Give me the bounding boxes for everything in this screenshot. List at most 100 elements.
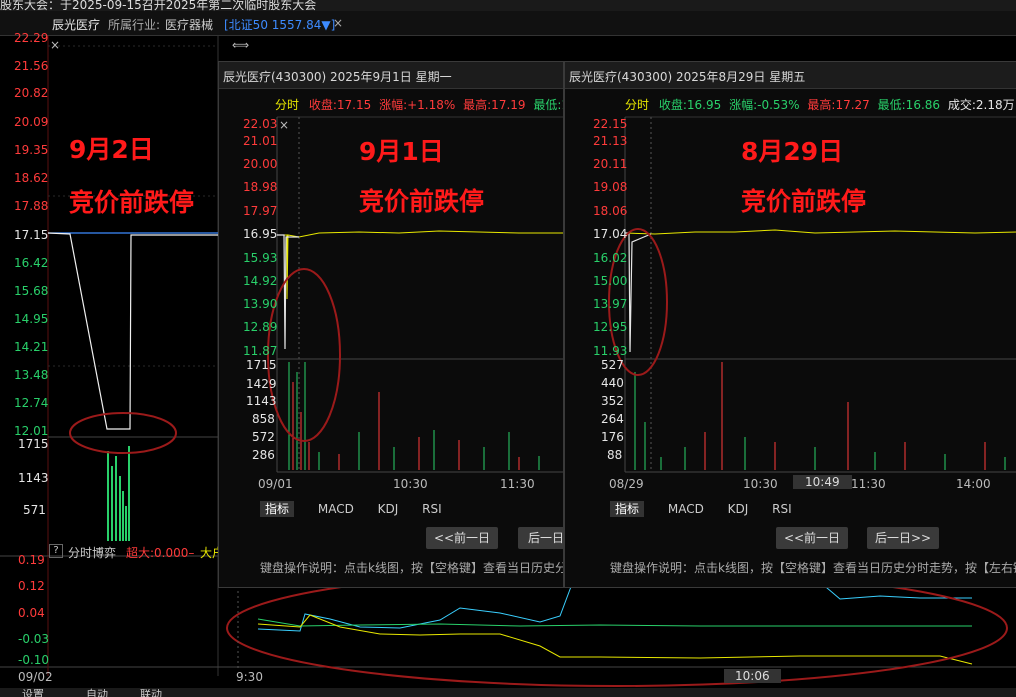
panel1-vol-tick: 572	[252, 430, 275, 444]
panel2-vol-tick: 527	[601, 358, 624, 372]
vol-tick: 1715	[18, 437, 49, 451]
annot-text-main: 竞价前跌停	[69, 188, 195, 217]
price-tick: 12.74	[14, 396, 49, 410]
panel1-price-tick: 18.98	[243, 180, 278, 194]
osc-tick: -0.03	[18, 632, 50, 646]
main-close-icon[interactable]: ×	[50, 38, 60, 52]
index-tag[interactable]: [北证50 1557.84▼]	[224, 16, 335, 33]
price-tick: 22.29	[14, 31, 49, 45]
panel2-price-tick: 11.93	[593, 344, 628, 358]
panel2-vol-tick: 88	[607, 448, 623, 462]
panel2-tab-rsi[interactable]: RSI	[772, 502, 792, 516]
panel1-price-tick: 21.01	[243, 134, 278, 148]
panel2-tab-indicator[interactable]: 指标	[610, 501, 645, 517]
osc-tick: 0.04	[18, 606, 45, 620]
status-link[interactable]: 联动	[140, 688, 162, 697]
price-tick: 18.62	[14, 171, 49, 185]
osc-tick: -0.10	[18, 653, 50, 667]
panel2-price-tick: 15.00	[593, 274, 628, 288]
panel1-vol-tick: 858	[252, 412, 275, 426]
panel1-x-tick: 10:30	[393, 477, 428, 491]
industry-value[interactable]: 医疗器械	[165, 16, 213, 33]
status-settings[interactable]: 设置	[22, 688, 44, 697]
panel2-tabs: 指标 MACD KDJ RSI	[610, 500, 812, 517]
price-tick: 12.01	[14, 424, 49, 438]
x-cursor-time: 10:06	[724, 669, 781, 683]
history-panel-0829[interactable]: 辰光医疗(430300) 2025年8月29日 星期五 分时 收盘:16.95 …	[564, 61, 1016, 588]
panel1-tab-rsi[interactable]: RSI	[422, 502, 442, 516]
panel1-x-tick: 09/01	[258, 477, 293, 491]
bottom-indicator-label[interactable]: 分时博弈	[68, 544, 116, 561]
price-tick: 13.48	[14, 368, 49, 382]
panel2-x-cursor-time: 10:49	[793, 475, 852, 489]
panel2-vol-tick: 440	[601, 376, 624, 390]
x-tick: 09/02	[18, 670, 53, 684]
panel1-tab-kdj[interactable]: KDJ	[378, 502, 399, 516]
panel1-tabs: 指标 MACD KDJ RSI	[260, 500, 462, 517]
panel2-x-tick: 14:00	[956, 477, 991, 491]
panel2-vol-tick: 176	[601, 430, 624, 444]
top-news-bar: 股东大会：于2025-09-15召开2025年第二次临时股东大会	[0, 0, 1016, 11]
price-tick: 20.82	[14, 86, 49, 100]
panel2-x-tick: 08/29	[609, 477, 644, 491]
panel1-price-tick: 11.87	[243, 344, 278, 358]
panel2-price-tick: 20.11	[593, 157, 628, 171]
panel2-tab-macd[interactable]: MACD	[668, 502, 704, 516]
panel2-x-tick: 11:30	[851, 477, 886, 491]
panel2-price-tick: 21.13	[593, 134, 628, 148]
price-tick: 21.56	[14, 59, 49, 73]
vol-tick: 571	[23, 503, 46, 517]
panel2-price-tick: 19.08	[593, 180, 628, 194]
panel2-price-tick: 18.06	[593, 204, 628, 218]
panel2-tab-kdj[interactable]: KDJ	[728, 502, 749, 516]
panel1-price-tick: 22.03	[243, 117, 278, 131]
panel1-price-tick: 16.95	[243, 227, 278, 241]
osc-tick: 0.12	[18, 579, 45, 593]
panel1-close-icon[interactable]: ×	[279, 118, 289, 132]
panel2-price-tick: 12.95	[593, 320, 628, 334]
panel2-vol-tick: 264	[601, 412, 624, 426]
industry-label: 所属行业:	[108, 18, 161, 32]
history-panel-0901[interactable]: 辰光医疗(430300) 2025年9月1日 星期一 分时 收盘:17.15 涨…	[218, 61, 564, 588]
osc-line-yellow	[257, 614, 973, 665]
osc-tick: 0.19	[18, 553, 45, 567]
status-auto[interactable]: 自动	[86, 688, 108, 697]
panel1-vol-tick: 1429	[246, 377, 277, 391]
panel1-price-tick: 12.89	[243, 320, 278, 334]
stock-name[interactable]: 辰光医疗	[52, 16, 100, 33]
price-tick: 19.35	[14, 143, 49, 157]
price-tick: 14.21	[14, 340, 49, 354]
annot-date-panel2: 8月29日	[741, 137, 844, 166]
panel2-hint: 键盘操作说明：点击k线图，按【空格键】查看当日历史分时走势，按【左右键	[610, 561, 1016, 575]
panel1-tab-macd[interactable]: MACD	[318, 502, 354, 516]
price-tick: 15.68	[14, 284, 49, 298]
price-tick: 20.09	[14, 115, 49, 129]
panel1-vol-tick: 286	[252, 448, 275, 462]
panel2-next-day-button[interactable]: 后一日>>	[867, 527, 939, 549]
panel1-prev-day-button[interactable]: <<前一日	[426, 527, 498, 549]
panel2-volume-bars	[634, 362, 1006, 470]
resize-icon[interactable]: ⟺	[232, 38, 249, 52]
news-ticker: 股东大会：于2025-09-15召开2025年第二次临时股东大会	[0, 0, 317, 11]
close-icon[interactable]: ×	[333, 16, 343, 30]
panel2-vol-tick: 352	[601, 394, 624, 408]
main-price-line	[47, 232, 218, 430]
panel2-price-tick: 13.97	[593, 297, 628, 311]
main-highlight-circle	[69, 412, 177, 454]
panel2-price-tick: 16.02	[593, 251, 628, 265]
x-tick: 9:30	[236, 670, 263, 684]
vol-tick: 1143	[18, 471, 49, 485]
panel1-price-tick: 13.90	[243, 297, 278, 311]
stock-header-bar: 辰光医疗 所属行业: 医疗器械 [北证50 1557.84▼] ×	[0, 11, 1016, 36]
panel2-x-tick: 10:30	[743, 477, 778, 491]
panel1-highlight-circle	[267, 268, 341, 442]
panel1-tab-indicator[interactable]: 指标	[260, 501, 295, 517]
annot-text-panel2: 竞价前跌停	[741, 187, 867, 216]
panel2-price-tick: 17.04	[593, 227, 628, 241]
help-icon[interactable]: ?	[49, 544, 63, 558]
panel1-next-day-button[interactable]: 后一日	[518, 527, 563, 549]
panel1-hint: 键盘操作说明：点击k线图，按【空格键】查看当日历史分	[260, 561, 564, 575]
bottom-indicator-red: 超大:0.000–	[126, 546, 195, 560]
panel2-price-tick: 22.15	[593, 117, 628, 131]
panel2-prev-day-button[interactable]: <<前一日	[776, 527, 848, 549]
